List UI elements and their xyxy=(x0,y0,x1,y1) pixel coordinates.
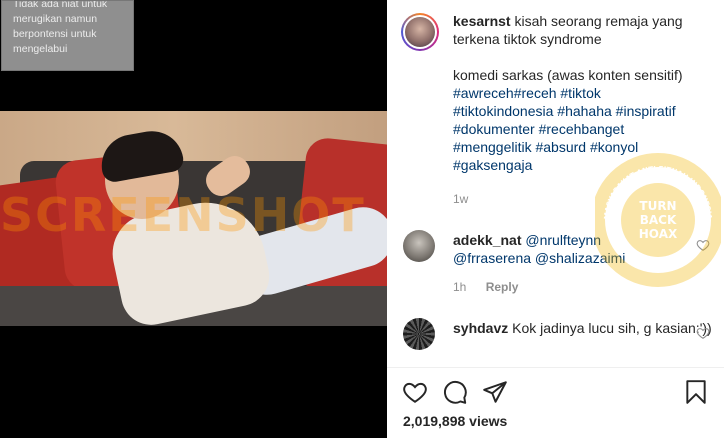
hashtag-line[interactable]: #dokumenter #recehbanget xyxy=(453,120,723,138)
comment-item: adekk_nat @nrulfteynn @frraserena @shali… xyxy=(453,231,713,267)
post-caption: kesarnst kisah seorang remaja yang terke… xyxy=(453,12,723,174)
disclaimer-box: Tidak ada niat untuk merugikan namun ber… xyxy=(1,0,134,71)
comment-meta: 1h Reply xyxy=(453,280,518,294)
comment-mentions[interactable]: @frraserena @shalizazaimi xyxy=(453,250,625,266)
like-comment-heart-icon[interactable] xyxy=(696,238,710,252)
comment-item: syhdavz Kok jadinya lucu sih, g kasian:'… xyxy=(453,319,713,337)
caption-text-2: komedi sarkas (awas konten sensitif) xyxy=(453,67,683,83)
like-comment-heart-icon[interactable] xyxy=(696,326,710,340)
heart-icon[interactable] xyxy=(402,379,428,405)
reply-button[interactable]: Reply xyxy=(486,280,519,294)
disclaimer-line: merugikan namun xyxy=(13,13,98,25)
view-count: 2,019,898 views xyxy=(403,413,508,429)
comment-text: Kok jadinya lucu sih, g kasian:')) xyxy=(512,320,712,336)
share-icon[interactable] xyxy=(482,379,508,405)
commenter-username[interactable]: syhdavz xyxy=(453,320,508,336)
disclaimer-line: mengelabui xyxy=(13,43,68,55)
commenter-username[interactable]: adekk_nat xyxy=(453,232,521,248)
hashtag-line[interactable]: #gaksengaja xyxy=(453,156,723,174)
author-avatar[interactable] xyxy=(401,13,439,51)
commenter-avatar[interactable] xyxy=(403,318,435,350)
hashtag-line[interactable]: #tiktokindonesia #hahaha #inspiratif xyxy=(453,102,723,120)
comment-time[interactable]: 1h xyxy=(453,280,466,294)
actions-divider xyxy=(387,367,724,368)
bookmark-icon[interactable] xyxy=(683,379,709,405)
commenter-avatar[interactable] xyxy=(403,230,435,262)
hashtag-list: #awreceh#receh #tiktok #tiktokindonesia … xyxy=(453,84,723,174)
post-timestamp[interactable]: 1w xyxy=(453,192,468,206)
post-details-panel: kesarnst kisah seorang remaja yang terke… xyxy=(387,0,724,438)
comment-icon[interactable] xyxy=(442,379,468,405)
comment-mention[interactable]: @nrulfteynn xyxy=(525,232,601,248)
hashtag-line[interactable]: #awreceh#receh #tiktok xyxy=(453,84,723,102)
hashtag-line[interactable]: #menggelitik #absurd #konyol xyxy=(453,138,723,156)
disclaimer-line: Tidak ada niat untuk xyxy=(13,0,108,10)
disclaimer-line: berpontensi untuk xyxy=(13,28,97,40)
author-username[interactable]: kesarnst xyxy=(453,13,511,29)
